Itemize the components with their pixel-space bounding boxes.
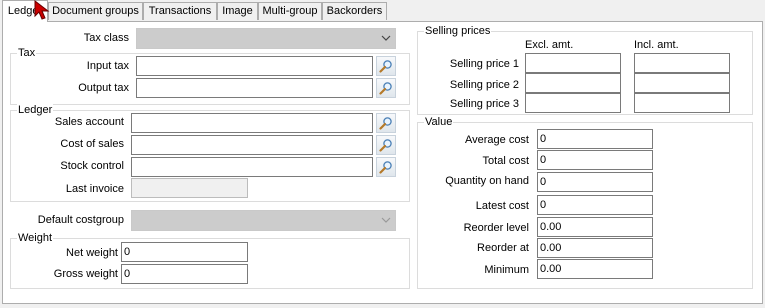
selling-price-1-excl-field[interactable] bbox=[525, 53, 621, 73]
latest-cost-label: Latest cost bbox=[475, 200, 529, 212]
gross-weight-field[interactable]: 0 bbox=[121, 264, 248, 284]
output-tax-field[interactable] bbox=[136, 78, 373, 98]
latest-cost-field[interactable]: 0 bbox=[537, 195, 653, 215]
magnifier-icon bbox=[379, 139, 392, 152]
selling-price-2-label: Selling price 2 bbox=[449, 79, 519, 91]
input-tax-field[interactable] bbox=[136, 56, 373, 76]
tab-backorders[interactable]: Backorders bbox=[322, 2, 387, 20]
magnifier-icon bbox=[379, 60, 392, 73]
incl-amount-header: Incl. amt. bbox=[634, 39, 679, 51]
reorder-at-label: Reorder at bbox=[477, 242, 529, 254]
reorder-at-field[interactable]: 0.00 bbox=[537, 238, 653, 258]
output-tax-lookup-button[interactable] bbox=[376, 78, 396, 98]
stock-control-lookup-button[interactable] bbox=[376, 157, 396, 177]
magnifier-icon bbox=[379, 82, 392, 95]
quantity-on-hand-label: Quantity on hand bbox=[445, 175, 529, 187]
stock-control-label: Stock control bbox=[60, 160, 124, 172]
input-tax-lookup-button[interactable] bbox=[376, 56, 396, 76]
tab-bar: Ledger Document groups Transactions Imag… bbox=[0, 0, 765, 22]
selling-price-1-label: Selling price 1 bbox=[449, 58, 519, 70]
sales-account-label: Sales account bbox=[54, 116, 124, 128]
last-invoice-field bbox=[131, 178, 248, 198]
selling-price-1-incl-field[interactable] bbox=[634, 53, 730, 73]
last-invoice-label: Last invoice bbox=[65, 183, 124, 195]
tab-document-groups[interactable]: Document groups bbox=[48, 2, 143, 20]
default-costgroup-select bbox=[131, 210, 396, 231]
selling-price-2-excl-field[interactable] bbox=[525, 73, 621, 93]
selling-price-3-label: Selling price 3 bbox=[449, 98, 519, 110]
sales-account-field[interactable] bbox=[131, 113, 373, 133]
reorder-level-field[interactable]: 0.00 bbox=[537, 217, 653, 237]
selling-price-2-incl-field[interactable] bbox=[634, 73, 730, 93]
excl-amount-header: Excl. amt. bbox=[525, 39, 574, 51]
selling-prices-group-title: Selling prices bbox=[424, 24, 492, 38]
weight-group-title: Weight bbox=[17, 231, 54, 245]
value-group-title: Value bbox=[424, 115, 454, 129]
selling-price-3-incl-field[interactable] bbox=[634, 93, 730, 113]
stock-control-field[interactable] bbox=[131, 157, 373, 177]
sales-account-lookup-button[interactable] bbox=[376, 113, 396, 133]
net-weight-label: Net weight bbox=[66, 247, 118, 259]
chevron-down-icon bbox=[381, 35, 391, 41]
input-tax-label: Input tax bbox=[86, 60, 129, 72]
tab-transactions[interactable]: Transactions bbox=[143, 2, 217, 20]
average-cost-label: Average cost bbox=[464, 134, 529, 146]
default-costgroup-label: Default costgroup bbox=[37, 214, 124, 226]
magnifier-icon bbox=[379, 161, 392, 174]
cost-of-sales-field[interactable] bbox=[131, 135, 373, 155]
selling-price-3-excl-field[interactable] bbox=[525, 93, 621, 113]
minimum-label: Minimum bbox=[484, 264, 529, 276]
cost-of-sales-lookup-button[interactable] bbox=[376, 135, 396, 155]
gross-weight-label: Gross weight bbox=[53, 268, 118, 280]
reorder-level-label: Reorder level bbox=[463, 222, 529, 234]
tab-multi-group[interactable]: Multi-group bbox=[258, 2, 322, 20]
tax-class-label: Tax class bbox=[83, 32, 129, 44]
net-weight-field[interactable]: 0 bbox=[121, 242, 248, 262]
output-tax-label: Output tax bbox=[78, 82, 129, 94]
total-cost-label: Total cost bbox=[482, 155, 529, 167]
magnifier-icon bbox=[379, 117, 392, 130]
tax-group-title: Tax bbox=[17, 46, 37, 60]
chevron-down-icon bbox=[381, 217, 391, 223]
cost-of-sales-label: Cost of sales bbox=[60, 138, 124, 150]
minimum-field[interactable]: 0.00 bbox=[537, 259, 653, 279]
average-cost-field[interactable]: 0 bbox=[537, 129, 653, 149]
mouse-pointer-icon bbox=[34, 0, 50, 20]
ledger-tab-panel: Tax class Tax Input tax Output tax Ledge… bbox=[2, 21, 763, 304]
tab-image[interactable]: Image bbox=[217, 2, 258, 20]
quantity-on-hand-field[interactable]: 0 bbox=[537, 172, 653, 192]
tax-class-select[interactable] bbox=[136, 28, 396, 49]
total-cost-field[interactable]: 0 bbox=[537, 150, 653, 170]
